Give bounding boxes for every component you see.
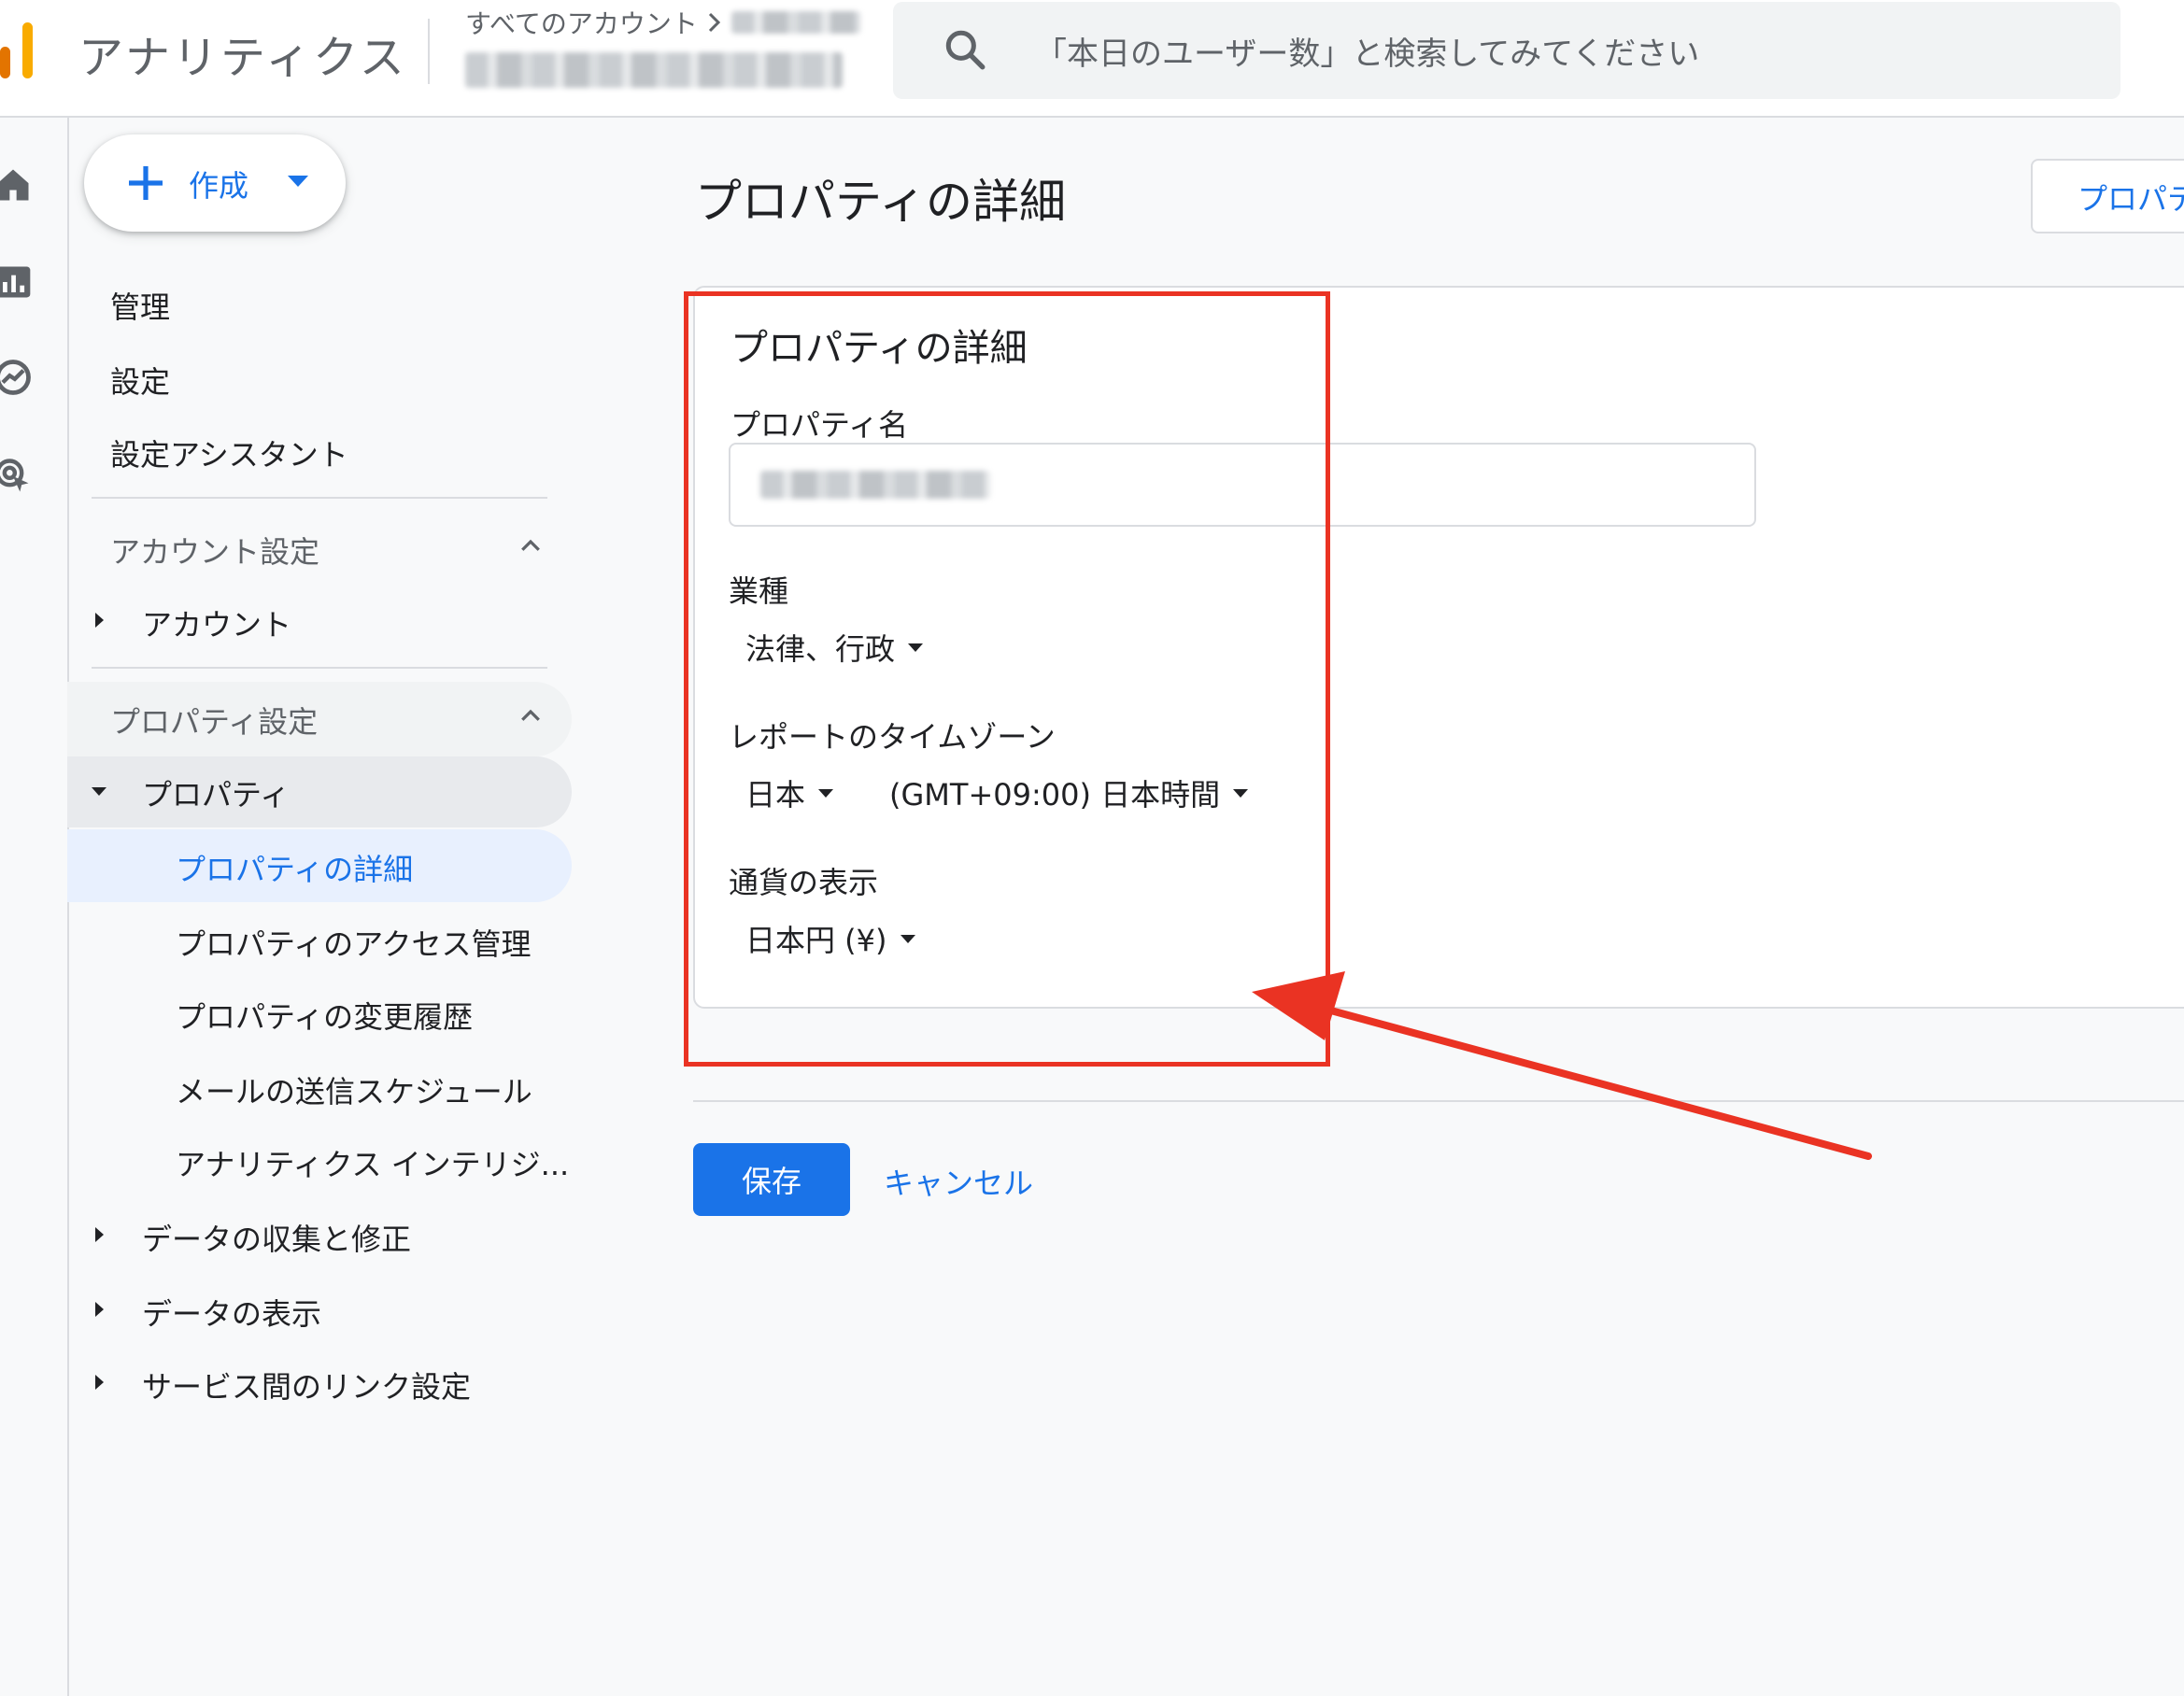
- create-button[interactable]: 作成: [84, 134, 346, 232]
- sidebar-item-data-display[interactable]: データの表示: [142, 1291, 321, 1334]
- sidebar-item-admin[interactable]: 管理: [110, 284, 170, 327]
- title-divider: [428, 19, 430, 84]
- redacted-account-name: [730, 11, 860, 34]
- expand-arrow-icon[interactable]: [95, 1375, 104, 1390]
- collapse-arrow-icon[interactable]: [92, 787, 106, 796]
- sidebar-item-property[interactable]: プロパティ: [142, 771, 290, 814]
- chevron-up-icon[interactable]: [517, 532, 545, 560]
- advertising-icon[interactable]: [0, 456, 34, 497]
- create-button-label: 作成: [189, 168, 249, 204]
- property-settings-header[interactable]: プロパティ設定: [110, 699, 318, 742]
- expand-arrow-icon[interactable]: [95, 613, 104, 628]
- page-title: プロパティの詳細: [695, 175, 1066, 229]
- chevron-up-icon[interactable]: [517, 702, 545, 730]
- sidebar-item-property-access[interactable]: プロパティのアクセス管理: [176, 921, 531, 964]
- explore-icon[interactable]: [0, 357, 34, 398]
- property-action-button-label[interactable]: プロパテ: [2078, 176, 2184, 219]
- home-icon[interactable]: [0, 164, 34, 205]
- breadcrumb-all-accounts[interactable]: すべてのアカウント: [465, 4, 698, 41]
- sidebar-item-data-collection[interactable]: データの収集と修正: [142, 1216, 411, 1259]
- left-rail: [0, 118, 69, 1696]
- sidebar-divider: [92, 667, 547, 669]
- app-title: アナリティクス: [78, 32, 407, 84]
- annotation-highlight-box: [684, 291, 1330, 1067]
- sidebar-item-settings[interactable]: 設定: [110, 359, 170, 402]
- sidebar-item-account[interactable]: アカウント: [142, 601, 291, 644]
- sidebar-item-property-details[interactable]: プロパティの詳細: [176, 846, 413, 889]
- search-input[interactable]: 「本日のユーザー数」と検索してみてください: [1035, 28, 1699, 74]
- account-settings-header[interactable]: アカウント設定: [110, 529, 319, 572]
- expand-arrow-icon[interactable]: [95, 1302, 104, 1317]
- sidebar-item-product-links[interactable]: サービス間のリンク設定: [142, 1364, 471, 1406]
- sidebar-divider: [92, 497, 547, 499]
- reports-icon[interactable]: [0, 261, 34, 303]
- search-icon[interactable]: [942, 26, 988, 73]
- redacted-property-name[interactable]: [465, 52, 843, 88]
- breadcrumb[interactable]: すべてのアカウント: [465, 4, 860, 41]
- analytics-logo[interactable]: [0, 0, 41, 116]
- save-button[interactable]: 保存: [693, 1143, 850, 1216]
- annotation-arrow-icon: [1252, 971, 1872, 1160]
- cancel-button[interactable]: キャンセル: [884, 1160, 1033, 1203]
- plus-icon: [129, 166, 163, 200]
- expand-arrow-icon[interactable]: [95, 1227, 104, 1242]
- sidebar-item-email-schedule[interactable]: メールの送信スケジュール: [176, 1068, 532, 1111]
- chevron-right-icon: [708, 12, 721, 33]
- sidebar-item-analytics-intelligence[interactable]: アナリティクス インテリジ...: [176, 1141, 569, 1184]
- caret-down-icon: [288, 176, 308, 187]
- sidebar-item-setup-assistant[interactable]: 設定アシスタント: [110, 431, 348, 474]
- sidebar-item-change-history[interactable]: プロパティの変更履歴: [176, 994, 473, 1037]
